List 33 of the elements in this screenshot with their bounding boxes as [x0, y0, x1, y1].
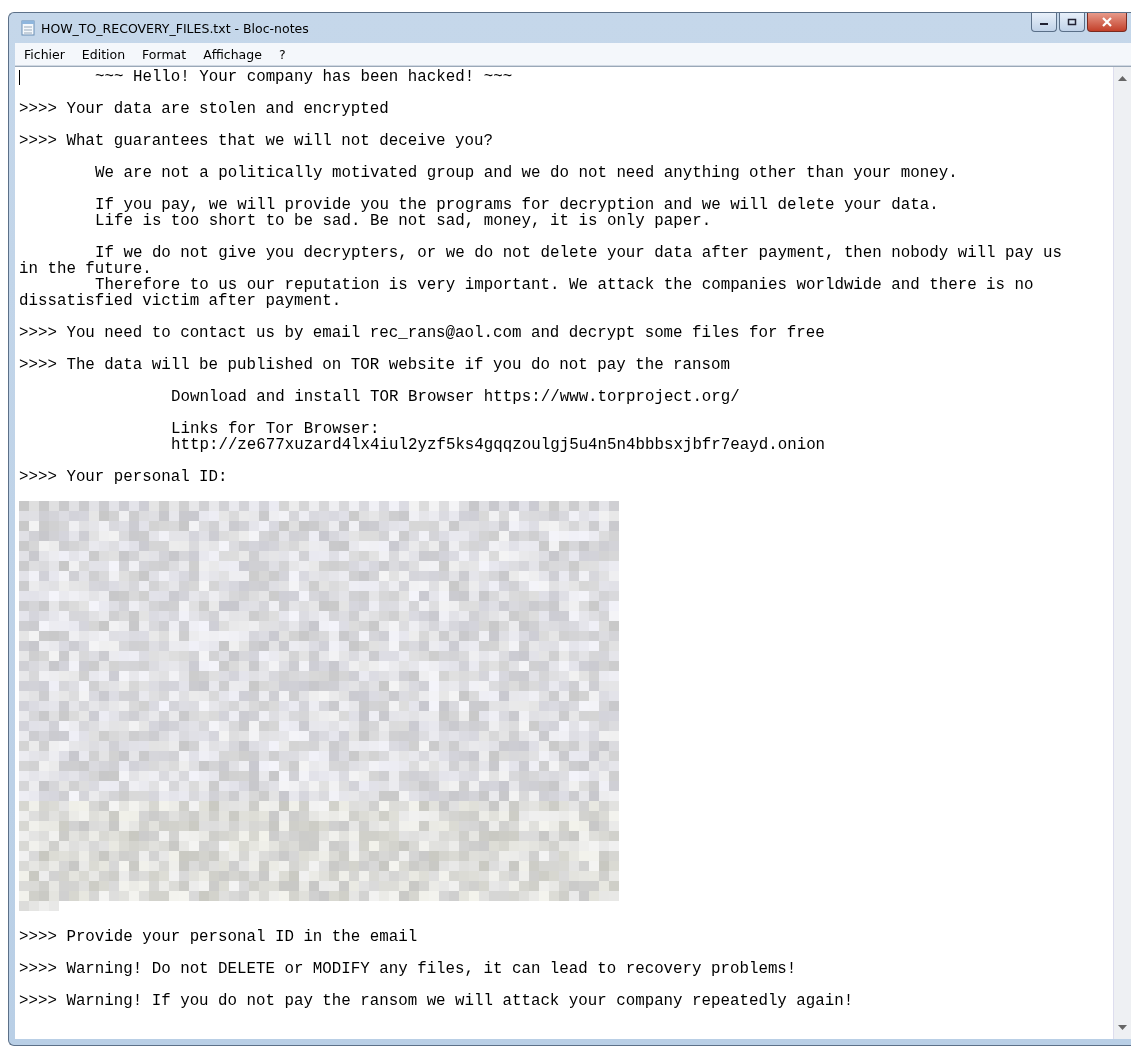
text-line: Links for Tor Browser:: [171, 421, 380, 437]
text-line: >>>> You need to contact us by email rec_rans@aol.com and decrypt some files for free: [19, 325, 825, 341]
menu-item[interactable]: Format: [133, 46, 195, 62]
text-line: We are not a politically motivated group and we do not need anything other than your money.: [95, 165, 958, 181]
text-line: >>>> Warning! Do not DELETE or MODIFY any files, it can lead to recovery problems!: [19, 961, 797, 977]
text-line: Therefore to us our reputation is very important. We attack the companies worldwide and there is no: [95, 277, 1034, 293]
text-line: dissatisfied victim after payment.: [19, 293, 342, 309]
text-line: >>>> Your personal ID:: [19, 469, 228, 485]
text-line: >>>> Provide your personal ID in the email: [19, 929, 418, 945]
minimize-button[interactable]: [1031, 13, 1057, 32]
text-line: >>>> The data will be published on TOR website if you do not pay the ransom: [19, 357, 730, 373]
text-line: in the future.: [19, 261, 152, 277]
text-line: If we do not give you decrypters, or we do not delete your data after payment, then nobody will pay us: [95, 245, 1062, 261]
scroll-down-icon[interactable]: [1118, 1025, 1127, 1031]
text-line: Download and install TOR Browser https://www.torproject.org/: [171, 389, 740, 405]
maximize-button[interactable]: [1059, 13, 1085, 32]
text-line: If you pay, we will provide you the programs for decryption and we will delete your data.: [95, 197, 939, 213]
menu-item[interactable]: Affichage: [194, 46, 270, 62]
text-line: Life is too short to be sad. Be not sad, money, it is only paper.: [95, 213, 712, 229]
notepad-icon: [21, 20, 35, 36]
scroll-up-icon[interactable]: [1118, 75, 1127, 81]
text-line: http://ze677xuzard4lx4iul2yzf5ks4gqqzoulgj5u4n5n4bbbsxjbfr7eayd.onion: [171, 437, 826, 453]
menu-item[interactable]: ?: [269, 46, 294, 62]
close-icon: [1101, 17, 1113, 27]
menu-item[interactable]: Fichier: [15, 46, 73, 62]
menu-item[interactable]: Edition: [72, 46, 134, 62]
text-line: ~~~ Hello! Your company has been hacked! ~~~: [95, 69, 513, 85]
close-button[interactable]: [1087, 13, 1127, 32]
text-line: >>>> Your data are stolen and encrypted: [19, 101, 389, 117]
text-line: >>>> What guarantees that we will not deceive you?: [19, 133, 493, 149]
window-title: HOW_TO_RECOVERY_FILES.txt - Bloc-notes: [41, 20, 309, 36]
text-line: >>>> Warning! If you do not pay the ransom we will attack your company repeatedly again!: [19, 993, 854, 1009]
maximize-icon: [1067, 18, 1077, 26]
